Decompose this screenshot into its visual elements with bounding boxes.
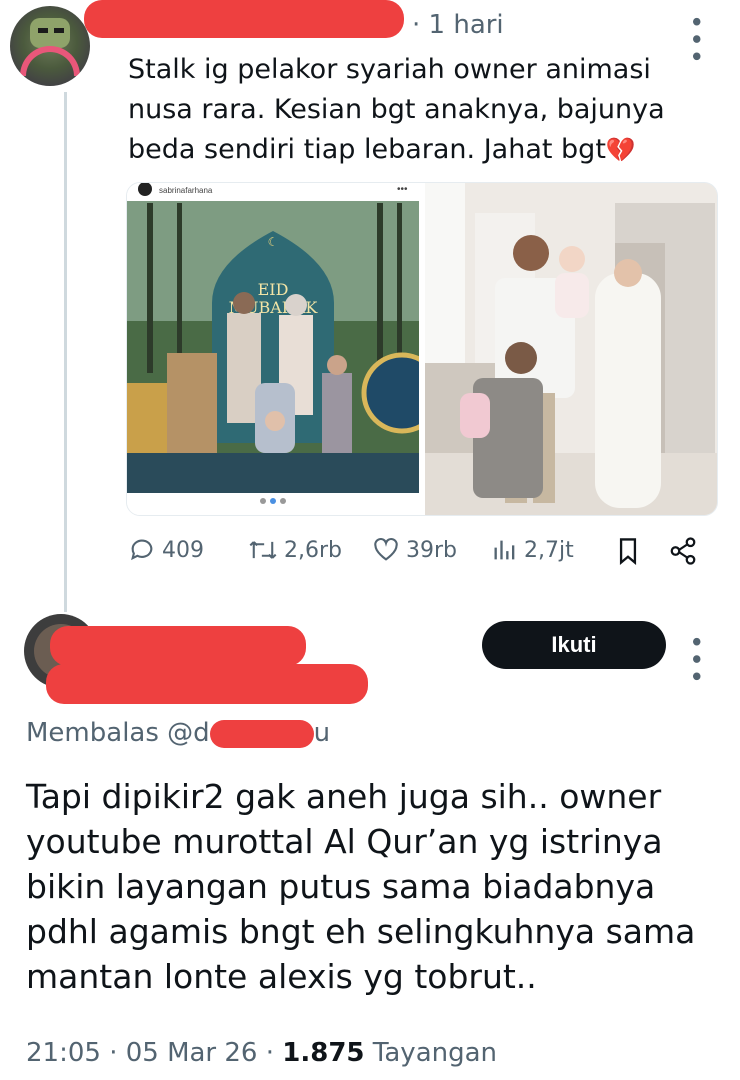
reply-text: Tapi dipikir2 gak aneh juga sih.. owner … (26, 777, 696, 996)
redacted-display-name (50, 626, 306, 666)
eid-sign-line1: EID (258, 280, 289, 299)
reply-views-label: Tayangan (364, 1038, 498, 1068)
views-action[interactable]: 2,7jt (492, 536, 574, 564)
tweet-actions: 409 2,6rb 39rb 2,7jt (128, 536, 708, 572)
avatar-eye (38, 28, 48, 33)
reply-views-count: 1.875 (282, 1038, 365, 1068)
reply-action[interactable]: 409 (128, 536, 204, 564)
views-chart-icon (494, 540, 515, 560)
family-photo-home (425, 183, 717, 515)
bookmark-action[interactable] (614, 536, 642, 566)
tweet-media[interactable]: sabrinafarhana ••• ☾ EID MUBARAK (126, 182, 718, 516)
redacted-handle (46, 664, 368, 704)
view-count: 2,7jt (524, 537, 574, 563)
reply-icon (131, 539, 153, 561)
media-image-right[interactable] (425, 183, 717, 515)
like-count: 39rb (406, 537, 458, 563)
svg-text:☾: ☾ (268, 235, 279, 249)
redacted-username (84, 0, 404, 38)
replying-prefix: Membalas @d (26, 718, 210, 748)
heart-icon (374, 537, 398, 561)
retweet-action[interactable]: 2,6rb (248, 536, 342, 564)
reply-timestamp[interactable]: 21:05 · 05 Mar 26 · (26, 1038, 282, 1068)
avatar-face (30, 18, 70, 48)
retweet-count: 2,6rb (284, 537, 342, 563)
avatar-rainbow (20, 46, 80, 76)
avatar-eye (54, 28, 64, 33)
tweet-text: Stalk ig pelakor syariah owner animasi n… (128, 50, 698, 170)
like-action[interactable]: 39rb (372, 536, 457, 564)
tweet-text-body: Stalk ig pelakor syariah owner animasi n… (128, 54, 665, 165)
more-options-icon[interactable]: ••• (680, 634, 710, 686)
family-photo-eid: sabrinafarhana ••• ☾ EID MUBARAK (127, 183, 443, 515)
share-action[interactable] (668, 536, 698, 566)
share-icon (670, 537, 696, 565)
replying-to: Membalas @d u (26, 718, 330, 748)
follow-button[interactable]: Ikuti (482, 621, 666, 669)
media-image-left[interactable]: sabrinafarhana ••• ☾ EID MUBARAK (127, 183, 443, 515)
bookmark-icon (619, 538, 637, 566)
retweet-icon (249, 541, 277, 559)
replying-suffix: u (313, 718, 331, 748)
tweet-time: · 1 hari (412, 10, 504, 40)
avatar[interactable] (10, 6, 90, 86)
reply-footer: 21:05 · 05 Mar 26 · 1.875 Tayangan (26, 1038, 497, 1068)
redacted-mention (209, 719, 314, 748)
broken-heart-emoji: 💔 (605, 136, 636, 164)
reply-count: 409 (162, 537, 204, 563)
media-left-caption: sabrinafarhana (159, 186, 213, 195)
thread-line (64, 92, 67, 612)
svg-text:•••: ••• (397, 184, 408, 195)
